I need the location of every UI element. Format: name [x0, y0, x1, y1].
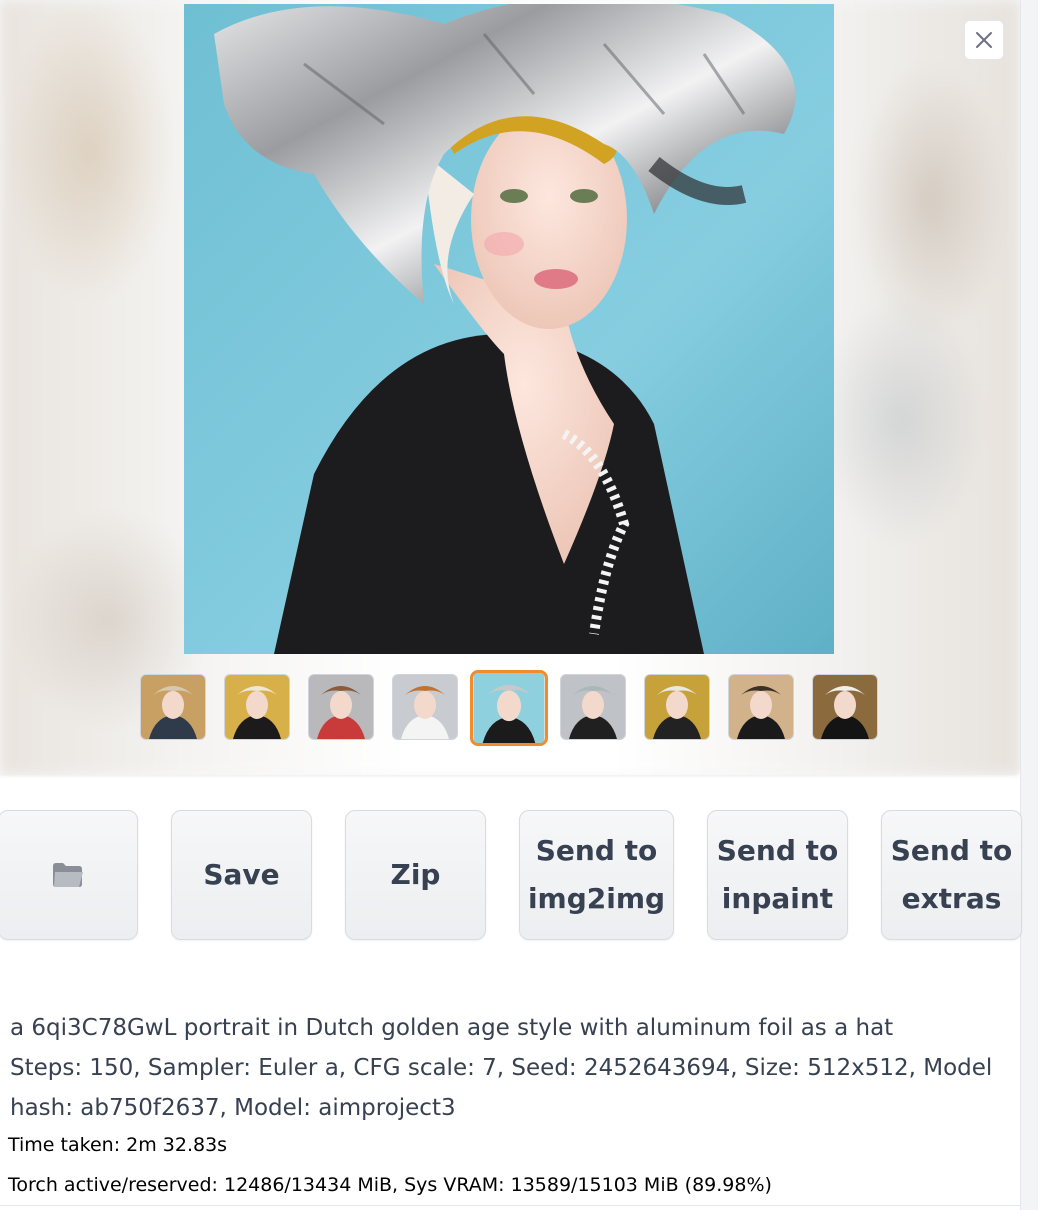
thumbnail-image: [141, 675, 205, 739]
divider: [0, 1205, 1020, 1206]
portrait-illustration: [184, 4, 834, 654]
image-gallery: [0, 0, 1020, 775]
thumbnail-portrait-foil-ruff[interactable]: [392, 674, 458, 740]
vram-usage: Torch active/reserved: 12486/13434 MiB, …: [8, 1174, 772, 1196]
close-button[interactable]: [964, 20, 1004, 60]
results-panel: Save Zip Send to img2img Send to inpaint…: [0, 0, 1058, 1210]
zip-button-label: Zip: [390, 858, 441, 891]
thumbnail-portrait-foil-dark[interactable]: [560, 674, 626, 740]
thumbnail-image: [225, 675, 289, 739]
send-to-img2img-label: Send to img2img: [527, 834, 666, 915]
time-taken: Time taken: 2m 32.83s: [8, 1134, 228, 1156]
prompt-text: a 6qi3C78GwL portrait in Dutch golden ag…: [10, 1015, 894, 1041]
send-to-img2img-button[interactable]: Send to img2img: [519, 810, 674, 940]
scrollbar-track[interactable]: [1020, 0, 1038, 1210]
thumbnail-portrait-gold-top-hat[interactable]: [644, 674, 710, 740]
send-to-extras-label: Send to extras: [890, 834, 1013, 915]
thumbnail-image: [813, 675, 877, 739]
zip-button[interactable]: Zip: [345, 810, 486, 940]
thumbnail-image: [474, 673, 544, 743]
thumbnail-portrait-gold-frame[interactable]: [812, 674, 878, 740]
thumbnail-strip: [138, 670, 898, 746]
thumbnail-image: [729, 675, 793, 739]
thumbnail-image: [393, 675, 457, 739]
thumbnail-portrait-framed-dark[interactable]: [728, 674, 794, 740]
params-line-1: Steps: 150, Sampler: Euler a, CFG scale:…: [10, 1055, 993, 1081]
thumbnail-image: [645, 675, 709, 739]
close-icon: [976, 32, 992, 48]
thumbnail-image: [561, 675, 625, 739]
send-to-extras-button[interactable]: Send to extras: [881, 810, 1022, 940]
thumbnail-portrait-foil-blue[interactable]: [470, 670, 548, 746]
save-button[interactable]: Save: [171, 810, 312, 940]
send-to-inpaint-label: Send to inpaint: [716, 834, 839, 915]
thumbnail-image: [309, 675, 373, 739]
thumbnail-grid-preview[interactable]: [140, 674, 206, 740]
save-button-label: Save: [203, 858, 280, 891]
params-line-2: hash: ab750f2637, Model: aimproject3: [10, 1095, 456, 1121]
preview-image[interactable]: [184, 4, 834, 654]
thumbnail-portrait-gold-hat[interactable]: [224, 674, 290, 740]
thumbnail-portrait-foil-red-shirt[interactable]: [308, 674, 374, 740]
open-folder-button[interactable]: [0, 810, 138, 940]
generation-info: a 6qi3C78GwL portrait in Dutch golden ag…: [10, 1008, 1010, 1128]
folder-icon: [53, 863, 83, 887]
send-to-inpaint-button[interactable]: Send to inpaint: [707, 810, 848, 940]
